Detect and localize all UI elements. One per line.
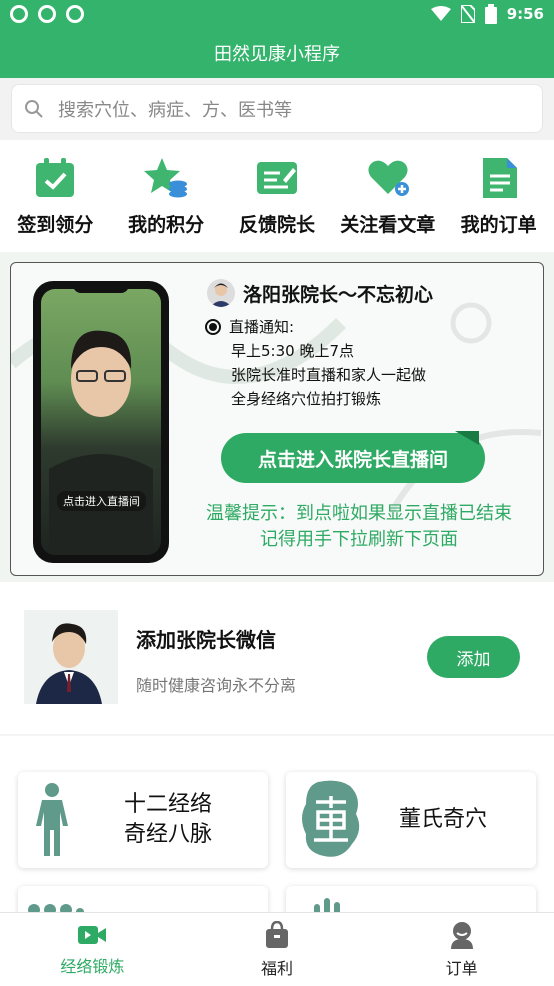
quick-action-label: 签到领分 <box>17 214 94 236</box>
quick-action-points[interactable]: 我的积分 <box>111 156 221 237</box>
quick-action-label: 我的积分 <box>128 214 205 236</box>
avatar <box>207 279 235 307</box>
wechat-name: 添加张院长微信 <box>136 628 276 652</box>
live-banner[interactable]: 点击进入直播间 洛阳张院长～不忘初心 直播通知: 早上5:30 晚上7点 张院长… <box>10 262 544 576</box>
app-title: 田然见康小程序 <box>214 44 340 65</box>
phone-caption: 点击进入直播间 <box>57 491 146 511</box>
card-line: 董氏奇穴 <box>398 807 487 832</box>
notice-line: 张院长准时直播和家人一起做 <box>231 366 427 384</box>
bottom-tab-bar: 经络锻炼 福利 订单 <box>0 912 554 986</box>
tab-label: 经络锻炼 <box>60 956 125 976</box>
notice-line: 早上5:30 晚上7点 <box>231 342 354 360</box>
wifi-icon <box>430 6 451 21</box>
category-cards: 十二经络 奇经八脉 董氏奇穴 <box>0 736 554 916</box>
notification-icon <box>38 5 56 23</box>
corner-tab-icon <box>455 431 479 445</box>
card-line: 奇经八脉 <box>123 822 212 847</box>
quick-action-checkin[interactable]: 签到领分 <box>0 156 110 237</box>
enter-live-label: 点击进入张院长直播间 <box>257 448 448 471</box>
phone-notch <box>73 281 129 293</box>
tip-line: 温馨提示：到点啦如果显示直播已结束 <box>206 503 512 524</box>
add-label: 添加 <box>456 649 491 670</box>
refresh-tip: 温馨提示：到点啦如果显示直播已结束 记得用手下拉刷新下页面 <box>181 501 537 553</box>
calendar-check-icon <box>36 158 75 197</box>
banner-title-row: 洛阳张院长～不忘初心 <box>207 279 433 307</box>
no-sim-icon <box>460 5 475 23</box>
quick-actions: 签到领分 我的积分 反馈院长 关注看文章 我的订单 <box>0 140 554 252</box>
tip-line: 记得用手下拉刷新下页面 <box>260 529 458 550</box>
status-bar: 9:56 <box>0 0 554 28</box>
clock: 9:56 <box>506 5 544 23</box>
star-coins-icon <box>144 158 188 198</box>
tab-welfare[interactable]: 福利 <box>207 920 347 979</box>
tab-label: 福利 <box>260 958 293 978</box>
notification-icon <box>10 5 28 23</box>
edit-note-icon <box>256 162 297 194</box>
dong-seal-icon <box>302 780 360 857</box>
heart-plus-icon <box>368 160 409 196</box>
user-icon <box>450 921 473 949</box>
card-line: 十二经络 <box>123 792 212 817</box>
tab-meridian-exercise[interactable]: 经络锻炼 <box>22 923 162 977</box>
tab-orders[interactable]: 订单 <box>392 921 532 979</box>
add-wechat-button[interactable]: 添加 <box>427 636 520 678</box>
presenter-image <box>49 330 153 555</box>
quick-action-follow[interactable]: 关注看文章 <box>333 156 443 237</box>
video-icon <box>78 925 107 944</box>
quick-action-label: 我的订单 <box>460 214 537 236</box>
live-preview: 点击进入直播间 <box>41 289 161 555</box>
banner-title: 洛阳张院长～不忘初心 <box>243 283 434 306</box>
notice-line: 全身经络穴位拍打锻炼 <box>231 390 382 408</box>
notice-label: 直播通知: <box>229 318 295 336</box>
tab-label: 订单 <box>445 958 478 978</box>
search-icon <box>25 99 43 118</box>
quick-action-orders[interactable]: 我的订单 <box>444 156 554 237</box>
card-meridians[interactable]: 十二经络 奇经八脉 <box>18 772 268 868</box>
app-title-bar: 田然见康小程序 <box>0 28 554 78</box>
human-body-icon <box>36 783 68 856</box>
wechat-section: 添加张院长微信 随时健康咨询永不分离 添加 <box>0 582 554 734</box>
quick-action-label: 反馈院长 <box>238 214 315 236</box>
search-placeholder: 搜索穴位、病症、方、医书等 <box>58 99 292 121</box>
notification-icon <box>66 5 84 23</box>
search-area: 搜索穴位、病症、方、医书等 <box>0 78 554 140</box>
notification-icons <box>10 5 84 23</box>
quick-action-feedback[interactable]: 反馈院长 <box>222 156 332 237</box>
director-photo <box>24 610 118 704</box>
wechat-subtitle: 随时健康咨询永不分离 <box>136 676 297 695</box>
quick-action-label: 关注看文章 <box>340 214 436 236</box>
document-icon <box>482 158 517 198</box>
live-notice: 直播通知: 早上5:30 晚上7点 张院长准时直播和家人一起做 全身经络穴位拍打… <box>205 315 426 411</box>
enter-live-button[interactable]: 点击进入张院长直播间 <box>221 431 485 483</box>
card-dong-points[interactable]: 董氏奇穴 <box>286 772 536 868</box>
search-input[interactable]: 搜索穴位、病症、方、医书等 <box>11 84 543 133</box>
gift-bag-icon <box>265 920 288 948</box>
radio-dot-icon <box>205 319 221 335</box>
battery-icon <box>484 4 497 24</box>
phone-mockup[interactable]: 点击进入直播间 <box>33 281 169 563</box>
live-banner-area: 点击进入直播间 洛阳张院长～不忘初心 直播通知: 早上5:30 晚上7点 张院长… <box>0 252 554 582</box>
